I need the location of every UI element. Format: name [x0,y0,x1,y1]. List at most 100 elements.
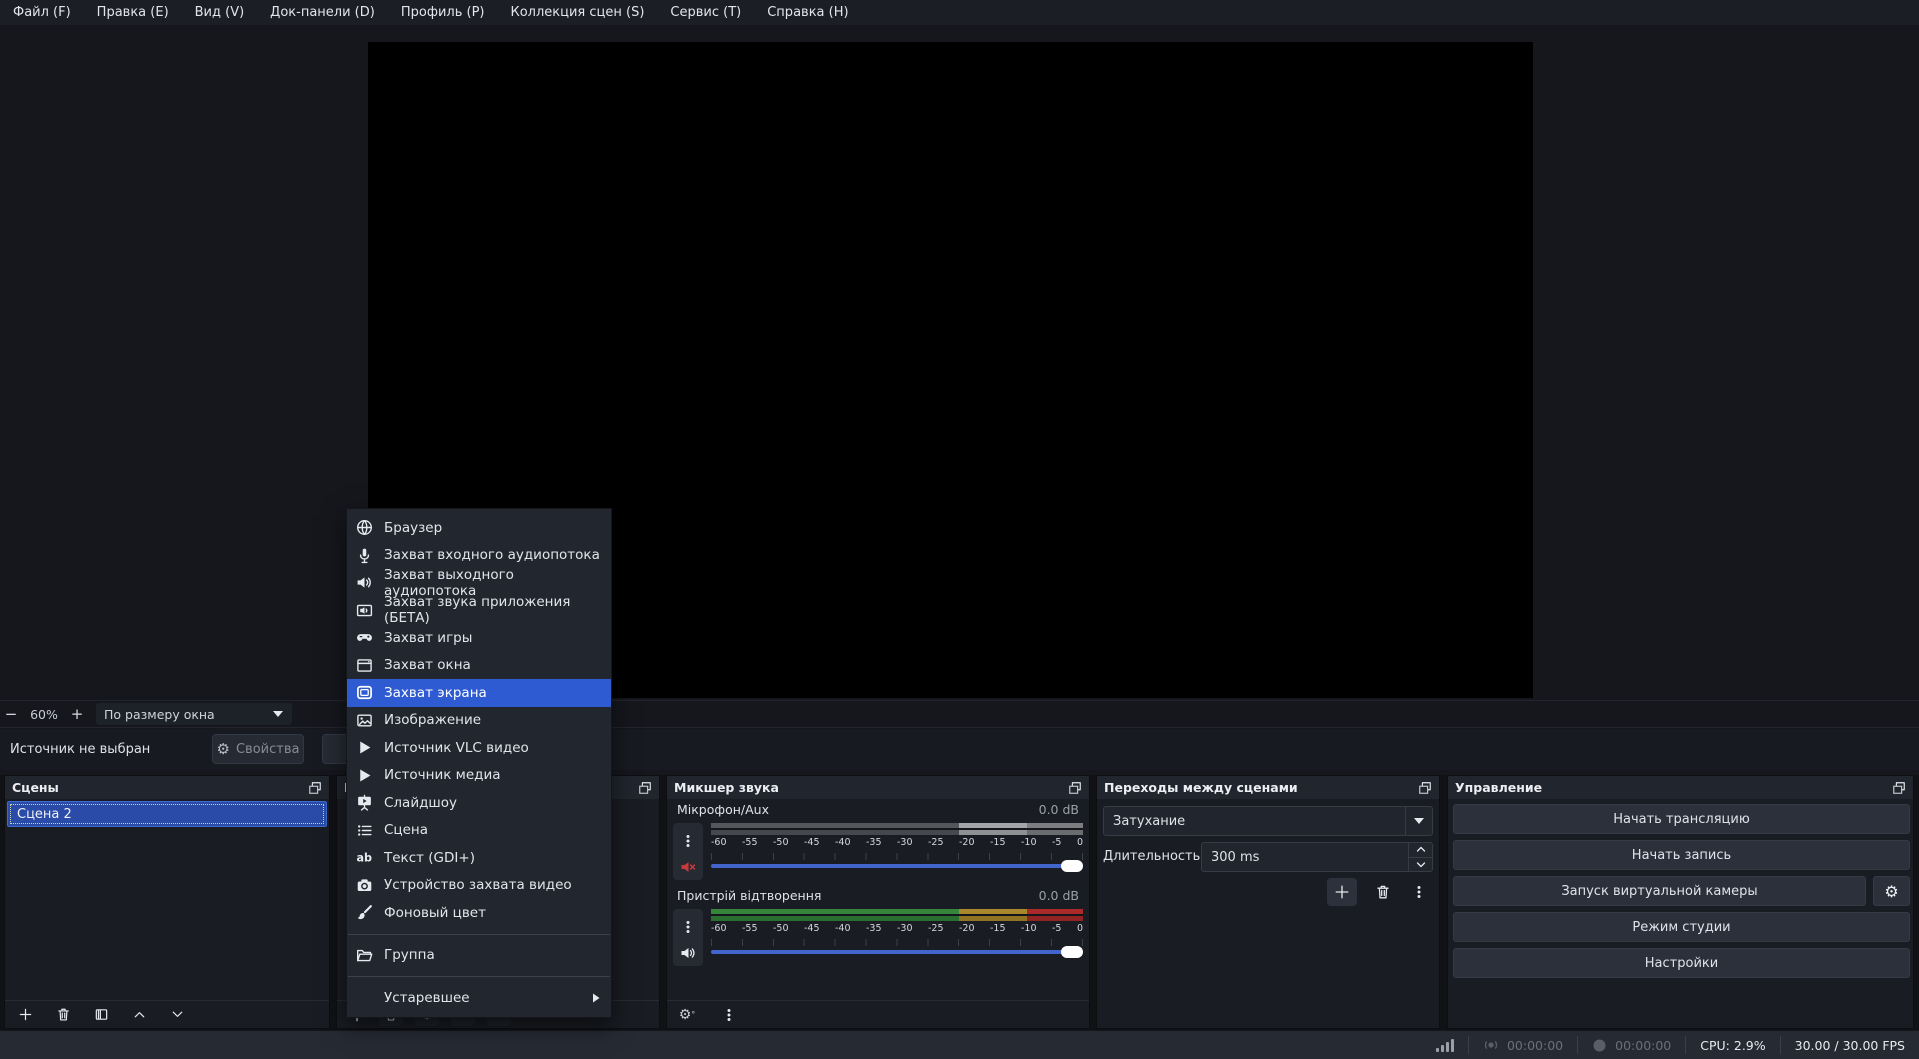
menu-help[interactable]: Справка (H) [754,0,861,25]
mixer-options-button[interactable] [719,1005,739,1025]
virtual-camera-button[interactable]: Запуск виртуальной камеры [1453,876,1866,906]
scenes-panel-toolbar [5,1000,329,1028]
connection-quality [1422,1036,1468,1054]
popout-icon[interactable] [308,781,322,795]
remove-transition-button[interactable] [1373,882,1393,902]
transition-options-button[interactable] [1409,882,1429,902]
menu-docks[interactable]: Док-панели (D) [257,0,388,25]
menu-item-app-audio[interactable]: Захват звука приложения (БЕТА) [347,594,611,626]
speaker-muted-icon [681,862,695,872]
mixer-panel: Микшер звука Мікрофон/Aux 0.0 dB -60 -55-… [666,775,1090,1029]
slider-handle[interactable] [1061,946,1083,958]
mute-button[interactable] [673,854,703,880]
start-recording-button[interactable]: Начать запись [1453,840,1910,870]
menu-item-color-source[interactable]: Фоновый цвет [347,899,611,927]
properties-label: Свойства [235,741,300,757]
scene-up-button[interactable] [129,1005,149,1025]
duration-down-button[interactable] [1409,858,1432,872]
mixer-panel-toolbar: ⚙ ° [667,1000,1089,1028]
popout-icon[interactable] [1418,781,1432,795]
menu-item-audio-output[interactable]: Захват выходного аудиопотока [347,567,611,599]
channel-db: 0.0 dB [1038,888,1079,903]
meter-scale: -60 -55 -50 -45 -40 -35 -30 -25 -20 -15 -10 -5 0 [711,837,1083,848]
volume-slider[interactable] [711,938,1083,964]
popout-icon[interactable] [1068,781,1082,795]
mic-icon [356,547,373,564]
slider-ticks [711,853,1083,860]
studio-mode-button[interactable]: Режим студии [1453,912,1910,942]
add-transition-button[interactable] [1327,878,1357,906]
settings-button[interactable]: Настройки [1453,948,1910,978]
scene-down-button[interactable] [167,1005,187,1025]
advanced-audio-button[interactable]: ⚙ ° [677,1005,697,1025]
mute-button[interactable] [673,940,703,966]
speaker-icon [356,574,373,591]
scene-list-item[interactable]: Сцена 2 [7,801,327,827]
menu-item-media-source[interactable]: Источник медиа [347,762,611,790]
source-toolbar: Источник не выбран ⚙ Свойства [0,729,1919,770]
menu-edit[interactable]: Правка (E) [84,0,182,25]
gamepad-icon [356,629,373,646]
menu-item-deprecated[interactable]: Устаревшее [347,984,611,1012]
menu-item-browser[interactable]: Браузер [347,514,611,542]
duration-label: Длительность [1103,849,1201,864]
menu-view[interactable]: Вид (V) [182,0,258,25]
mixer-channel-header: Пристрій відтворення 0.0 dB [677,888,1079,906]
mixer-channel-header: Мікрофон/Aux 0.0 dB [677,802,1079,820]
mixer-panel-header: Микшер звука [667,776,1089,799]
play-icon [356,739,373,756]
duration-spinbox[interactable]: 300 ms [1201,842,1433,872]
menu-separator [348,933,610,935]
slideshow-icon [356,794,373,811]
menu-item-window-capture[interactable]: Захват окна [347,652,611,680]
display-icon [356,684,373,701]
menu-item-text[interactable]: ab Текст (GDI+) [347,844,611,872]
volume-slider[interactable] [711,852,1083,878]
channel-db: 0.0 dB [1038,802,1079,817]
meter-scale: -60 -55 -50 -45 -40 -35 -30 -25 -20 -15 -10 -5 0 [711,923,1083,934]
menu-item-scene[interactable]: Сцена [347,817,611,845]
scene-name: Сцена 2 [17,806,72,822]
menu-item-audio-input[interactable]: Захват входного аудиопотока [347,542,611,570]
controls-title: Управление [1455,780,1543,795]
menu-profile[interactable]: Профиль (P) [388,0,498,25]
zoom-out-button[interactable]: − [0,705,22,723]
source-status-text: Источник не выбран [10,742,151,757]
slider-handle[interactable] [1061,860,1083,872]
popout-icon[interactable] [638,781,652,795]
dock-area: Сцены Сцена 2 Микшер звука Мікрофон/Aux … [0,775,1919,1030]
remove-scene-button[interactable] [53,1005,73,1025]
fps-indicator: 30.00 / 30.00 FPS [1779,1036,1919,1054]
scene-filters-button[interactable] [91,1005,111,1025]
cpu-usage: CPU: 2.9% [1685,1036,1779,1054]
menu-tools[interactable]: Сервис (T) [657,0,754,25]
virtual-camera-settings-button[interactable]: ⚙ [1873,876,1910,906]
record-icon [1593,1039,1606,1051]
menu-file[interactable]: Файл (F) [0,0,84,25]
properties-button[interactable]: ⚙ Свойства [212,734,304,764]
start-streaming-button[interactable]: Начать трансляцию [1453,804,1910,834]
menu-item-screen-capture[interactable]: Захват экрана [347,679,611,707]
fit-mode-dropdown[interactable]: По размеру окна [96,703,292,725]
window-icon [356,657,373,674]
obs-window: Файл (F) Правка (E) Вид (V) Док-панели (… [0,0,1919,1059]
add-scene-button[interactable] [15,1005,35,1025]
menu-scene-collection[interactable]: Коллекция сцен (S) [497,0,657,25]
controls-panel-header: Управление [1448,776,1913,799]
duration-up-button[interactable] [1409,843,1432,858]
menu-item-video-capture-device[interactable]: Устройство захвата видео [347,872,611,900]
transition-value: Затухание [1113,813,1186,829]
transition-select[interactable]: Затухание [1103,806,1433,836]
menu-item-game-capture[interactable]: Захват игры [347,624,611,652]
menu-item-group[interactable]: Группа [347,942,611,970]
popout-icon[interactable] [1892,781,1906,795]
transitions-actions [1327,878,1429,906]
menu-item-vlc-source[interactable]: Источник VLC видео [347,734,611,762]
volume-meter [711,909,1083,921]
speaker-icon [681,948,695,958]
zoom-in-button[interactable]: + [66,705,88,723]
menu-item-image[interactable]: Изображение [347,707,611,735]
stream-timer: 00:00:00 [1467,1036,1577,1054]
menu-item-slideshow[interactable]: Слайдшоу [347,789,611,817]
browser-icon [356,519,373,536]
